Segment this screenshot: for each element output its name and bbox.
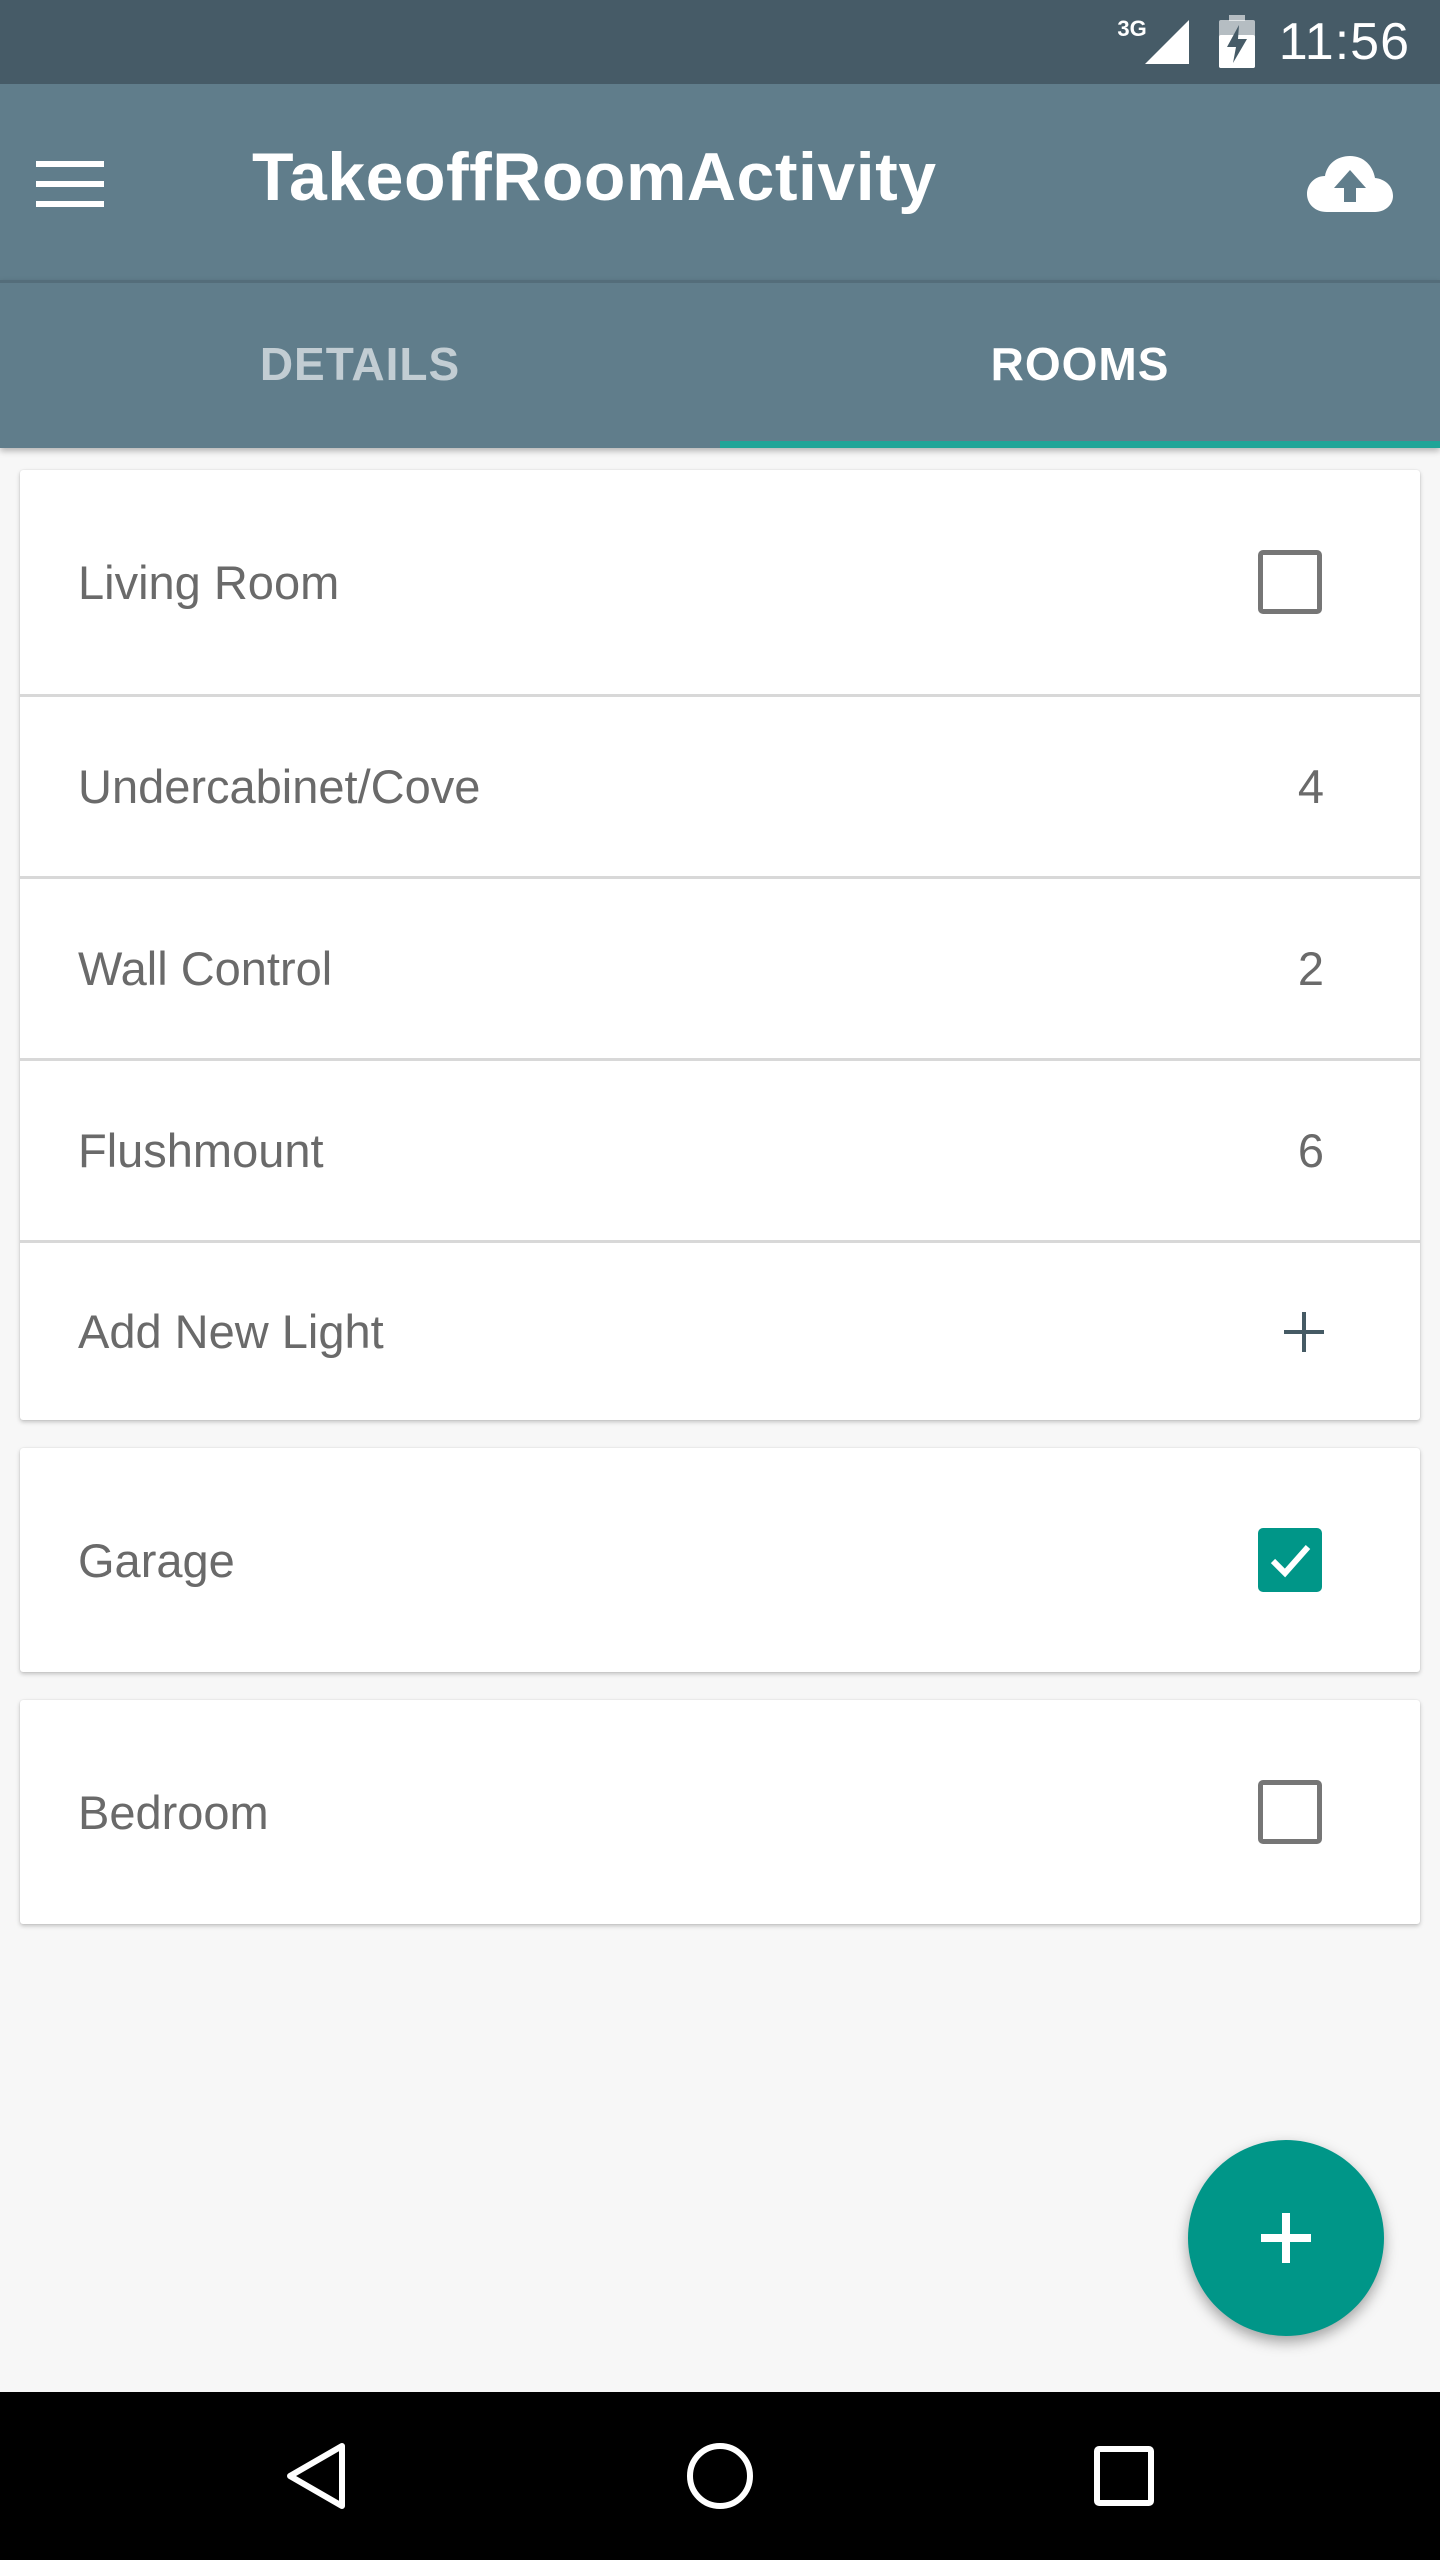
tab-rooms[interactable]: ROOMS — [720, 280, 1440, 448]
room-checkbox[interactable] — [1258, 1528, 1322, 1592]
room-checkbox[interactable] — [1258, 550, 1322, 614]
room-header-row[interactable]: Living Room — [20, 470, 1420, 694]
menu-icon — [36, 161, 104, 207]
light-count: 4 — [1297, 760, 1324, 813]
add-new-light-row[interactable]: Add New Light — [20, 1240, 1420, 1420]
home-icon — [687, 2443, 753, 2509]
recents-button[interactable] — [1084, 2436, 1164, 2516]
room-card-living-room: Living Room Undercabinet/Cove 4 Wall Con… — [20, 470, 1420, 1420]
light-row[interactable]: Flushmount 6 — [20, 1058, 1420, 1240]
menu-button[interactable] — [36, 134, 158, 234]
back-icon — [287, 2443, 345, 2509]
app-bar: TakeoffRoomActivity — [0, 84, 1440, 280]
add-new-light-label: Add New Light — [78, 1305, 384, 1358]
room-card-bedroom: Bedroom — [20, 1700, 1420, 1924]
light-count: 2 — [1297, 942, 1324, 995]
light-name: Wall Control — [78, 942, 333, 995]
tab-details[interactable]: DETAILS — [0, 280, 720, 448]
room-name: Bedroom — [78, 1785, 269, 1839]
home-button[interactable] — [680, 2436, 760, 2516]
room-header-row[interactable]: Bedroom — [20, 1700, 1420, 1924]
tab-bar: DETAILS ROOMS — [0, 280, 1440, 448]
battery-charging-icon — [1218, 15, 1255, 68]
room-checkbox[interactable] — [1258, 1780, 1322, 1844]
cloud-upload-icon — [1307, 156, 1393, 212]
upload-button[interactable] — [1300, 144, 1400, 224]
light-row[interactable]: Undercabinet/Cove 4 — [20, 694, 1420, 876]
recents-icon — [1094, 2446, 1154, 2506]
plus-icon — [1284, 1311, 1324, 1352]
room-card-garage: Garage — [20, 1448, 1420, 1672]
navigation-bar — [0, 2392, 1440, 2560]
status-bar: 3G 11:56 — [0, 0, 1440, 84]
room-name: Garage — [78, 1533, 235, 1587]
clock: 11:56 — [1278, 13, 1410, 71]
light-row[interactable]: Wall Control 2 — [20, 876, 1420, 1058]
light-name: Undercabinet/Cove — [78, 760, 481, 813]
back-button[interactable] — [276, 2436, 356, 2516]
toolbar: TakeoffRoomActivity — [0, 84, 1440, 280]
checkmark-icon — [1270, 1545, 1311, 1578]
signal-icon — [1144, 20, 1189, 64]
add-room-fab[interactable] — [1188, 2140, 1384, 2336]
room-header-row[interactable]: Garage — [20, 1448, 1420, 1672]
room-name: Living Room — [78, 555, 340, 609]
page-title: TakeoffRoomActivity — [252, 139, 937, 215]
light-count: 6 — [1297, 1124, 1324, 1177]
light-name: Flushmount — [78, 1124, 324, 1177]
add-icon — [1261, 2213, 1311, 2263]
